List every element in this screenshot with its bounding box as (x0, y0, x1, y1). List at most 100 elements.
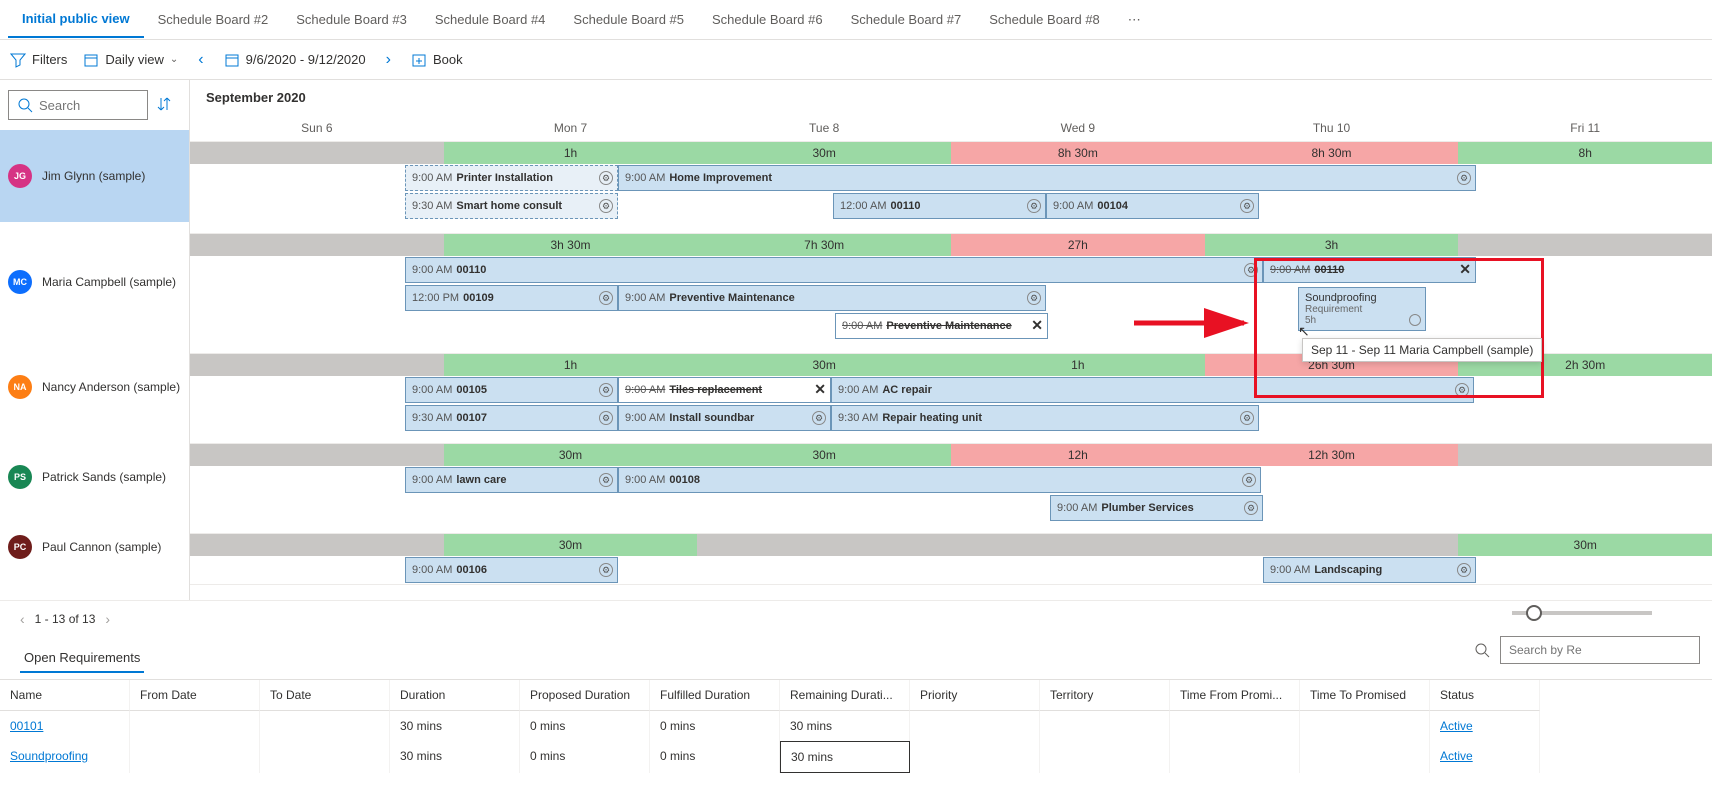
zoom-thumb[interactable] (1526, 605, 1542, 621)
column-header[interactable]: Name (0, 680, 130, 711)
booking[interactable]: 12:00 AM 00110⚙ (833, 193, 1046, 219)
gear-icon: ⚙ (599, 411, 613, 425)
gear-icon: ⚙ (1244, 263, 1258, 277)
cell: 0 mins (520, 711, 650, 741)
calendar-icon (83, 52, 99, 68)
close-icon[interactable]: ✕ (1459, 261, 1471, 278)
column-header[interactable]: Time To Promised (1300, 680, 1430, 711)
tab-6[interactable]: Schedule Board #6 (698, 2, 837, 37)
column-header[interactable]: Proposed Duration (520, 680, 650, 711)
booking[interactable]: 9:00 AM 00105⚙ (405, 377, 618, 403)
booking[interactable]: 9:00 AM Preventive Maintenance✕ (835, 313, 1048, 339)
table-row[interactable]: Soundproofing30 mins0 mins0 mins30 minsA… (0, 741, 1712, 773)
utilization-cell: 30m (444, 444, 698, 466)
book-button[interactable]: Book (411, 52, 463, 68)
resource-row[interactable]: PSPatrick Sands (sample) (0, 432, 189, 522)
booking-time: 9:00 AM (625, 384, 665, 396)
day-header: Tue 8 (697, 115, 951, 142)
close-icon[interactable]: ✕ (1031, 317, 1043, 334)
link[interactable]: Active (1440, 749, 1473, 763)
close-icon[interactable]: ✕ (814, 381, 826, 398)
column-header[interactable]: Duration (390, 680, 520, 711)
link[interactable]: Active (1440, 719, 1473, 733)
utilization-row: 1h30m8h 30m8h 30m8h (190, 142, 1712, 164)
next-range-button[interactable]: › (382, 47, 395, 73)
tab-5[interactable]: Schedule Board #5 (559, 2, 698, 37)
booking[interactable]: 9:00 AM lawn care⚙ (405, 467, 618, 493)
calendar-icon (224, 52, 240, 68)
sort-button[interactable] (156, 96, 172, 115)
utilization-cell (190, 234, 444, 256)
date-range[interactable]: 9/6/2020 - 9/12/2020 (224, 52, 366, 68)
booking[interactable]: 9:00 AM Tiles replacement✕ (618, 377, 831, 403)
column-header[interactable]: Time From Promi... (1170, 680, 1300, 711)
tab-4[interactable]: Schedule Board #4 (421, 2, 560, 37)
cell (1170, 711, 1300, 741)
booking[interactable]: 12:00 PM 00109⚙ (405, 285, 618, 311)
avatar: NA (8, 375, 32, 399)
column-header[interactable]: Remaining Durati... (780, 680, 910, 711)
tab-7[interactable]: Schedule Board #7 (837, 2, 976, 37)
booking[interactable]: 9:00 AM Printer Installation⚙ (405, 165, 618, 191)
column-header[interactable]: Priority (910, 680, 1040, 711)
filters-button[interactable]: Filters (10, 52, 67, 68)
search-icon[interactable] (1474, 642, 1490, 658)
table-row[interactable]: 0010130 mins0 mins0 mins30 minsActive (0, 711, 1712, 741)
resource-row[interactable]: PCPaul Cannon (sample) (0, 522, 189, 572)
utilization-cell: 30m (444, 534, 698, 556)
cell (910, 741, 1040, 773)
utilization-row: 30m30m12h12h 30m (190, 444, 1712, 466)
pager-next[interactable]: › (105, 611, 110, 627)
link[interactable]: 00101 (10, 719, 43, 733)
booking-title: Preventive Maintenance (669, 292, 794, 304)
column-header[interactable]: Status (1430, 680, 1540, 711)
pager-prev[interactable]: ‹ (20, 611, 25, 627)
event-row: 9:00 AM Plumber Services⚙ (190, 494, 1712, 522)
booking[interactable]: 9:00 AM Plumber Services⚙ (1050, 495, 1263, 521)
requirements-search[interactable] (1500, 636, 1700, 664)
event-row: 9:00 AM 00110⚙9:00 AM 00110✕ (190, 256, 1712, 284)
booking-title: Smart home consult (456, 200, 562, 212)
view-dropdown[interactable]: Daily view ⌄ (83, 52, 178, 68)
column-header[interactable]: Fulfilled Duration (650, 680, 780, 711)
column-header[interactable]: Territory (1040, 680, 1170, 711)
booking-title: Printer Installation (456, 172, 553, 184)
tab-initial[interactable]: Initial public view (8, 1, 144, 38)
utilization-row: 3h 30m7h 30m27h3h (190, 234, 1712, 256)
cell: 30 mins (780, 711, 910, 741)
booking[interactable]: 9:30 AM Smart home consult⚙ (405, 193, 618, 219)
booking[interactable]: 9:30 AM Repair heating unit⚙ (831, 405, 1259, 431)
booking[interactable]: 9:00 AM 00110✕ (1263, 257, 1476, 283)
cell: Active (1430, 741, 1540, 773)
tab-2[interactable]: Schedule Board #2 (144, 2, 283, 37)
resource-search[interactable] (8, 90, 148, 120)
prev-range-button[interactable]: ‹ (194, 47, 207, 73)
search-input[interactable] (39, 98, 215, 113)
resource-row[interactable]: JGJim Glynn (sample) (0, 130, 189, 222)
column-header[interactable]: To Date (260, 680, 390, 711)
booking[interactable]: 9:00 AM 00108⚙ (618, 467, 1261, 493)
booking-title: 00104 (1097, 200, 1128, 212)
tab-8[interactable]: Schedule Board #8 (975, 2, 1114, 37)
link[interactable]: Soundproofing (10, 749, 88, 763)
booking[interactable]: 9:00 AM AC repair⚙ (831, 377, 1474, 403)
resource-panel: JGJim Glynn (sample)MCMaria Campbell (sa… (0, 80, 190, 600)
zoom-slider[interactable] (1512, 611, 1652, 615)
drag-preview[interactable]: Soundproofing Requirement 5h (1298, 287, 1426, 331)
resource-row[interactable]: NANancy Anderson (sample) (0, 342, 189, 432)
booking[interactable]: 9:00 AM Preventive Maintenance⚙ (618, 285, 1046, 311)
booking-time: 9:00 AM (1053, 200, 1093, 212)
booking[interactable]: 9:30 AM 00107⚙ (405, 405, 618, 431)
open-requirements-tab[interactable]: Open Requirements (20, 644, 144, 673)
booking[interactable]: 9:00 AM 00110⚙ (405, 257, 1263, 283)
tab-overflow[interactable]: ⋯ (1114, 2, 1155, 38)
tab-3[interactable]: Schedule Board #3 (282, 2, 421, 37)
booking[interactable]: 9:00 AM Install soundbar⚙ (618, 405, 831, 431)
booking[interactable]: 9:00 AM Home Improvement⚙ (618, 165, 1476, 191)
resource-row[interactable]: MCMaria Campbell (sample) (0, 222, 189, 342)
booking[interactable]: 9:00 AM Landscaping⚙ (1263, 557, 1476, 583)
booking[interactable]: 9:00 AM 00106⚙ (405, 557, 618, 583)
column-header[interactable]: From Date (130, 680, 260, 711)
pager-text: 1 - 13 of 13 (35, 612, 96, 626)
booking[interactable]: 9:00 AM 00104⚙ (1046, 193, 1259, 219)
